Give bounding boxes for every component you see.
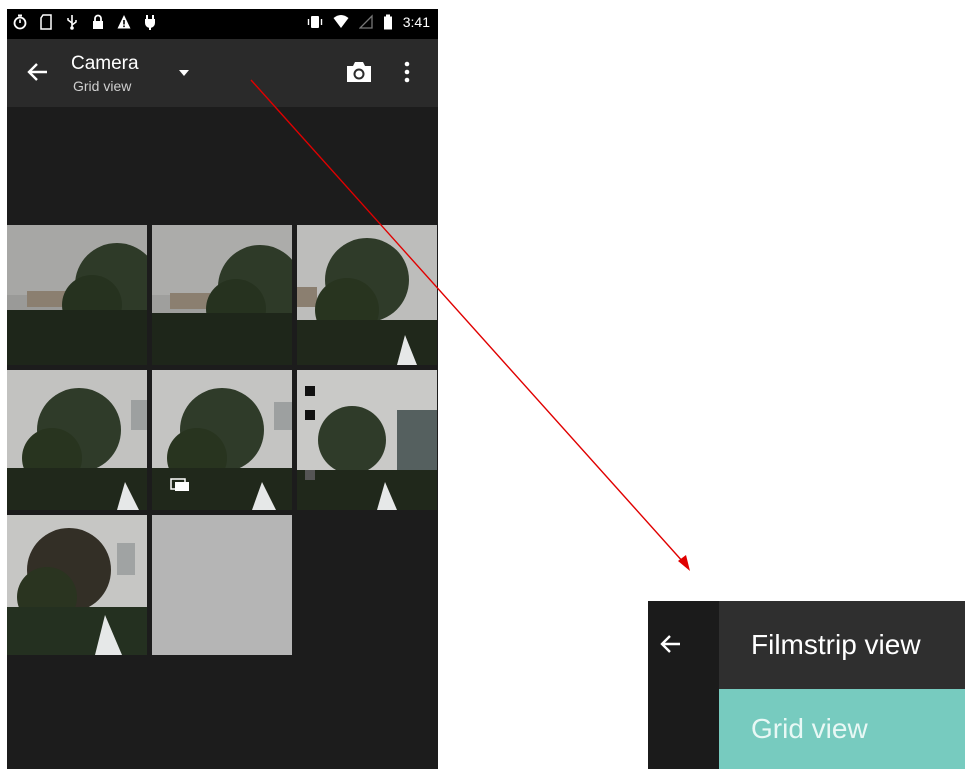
- dropdown-arrow-icon[interactable]: [177, 68, 191, 78]
- more-vert-icon[interactable]: [402, 59, 412, 85]
- view-mode-menu: Filmstrip view Grid view: [719, 601, 965, 769]
- phone-screen: 3:41 Camera Grid view: [7, 9, 438, 769]
- warning-icon: [117, 15, 131, 29]
- menu-item-filmstrip-view[interactable]: Filmstrip view: [719, 601, 965, 689]
- usb-icon: [67, 15, 77, 30]
- photo-8-placeholder[interactable]: [152, 515, 292, 655]
- vibrate-icon: [307, 16, 322, 28]
- photo-1[interactable]: [7, 225, 147, 365]
- battery-icon: [383, 14, 392, 30]
- photo-5-burst[interactable]: [152, 370, 292, 510]
- stopwatch-icon: [13, 14, 27, 30]
- sim-icon: [40, 14, 52, 30]
- plug-icon: [145, 15, 155, 30]
- app-toolbar: Camera Grid view: [7, 39, 438, 107]
- photo-2[interactable]: [152, 225, 292, 365]
- photo-7[interactable]: [7, 515, 147, 655]
- lock-icon: [93, 14, 103, 29]
- toolbar-title[interactable]: Camera: [71, 53, 139, 75]
- menu-item-grid-view[interactable]: Grid view: [719, 689, 965, 769]
- wifi-icon: [333, 15, 349, 28]
- zoomed-dropdown-preview: Filmstrip view Grid view: [648, 601, 965, 769]
- camera-icon[interactable]: [345, 59, 373, 85]
- burst-icon: [170, 478, 189, 491]
- photo-3[interactable]: [297, 225, 437, 365]
- toolbar-subtitle[interactable]: Grid view: [73, 78, 131, 94]
- status-bar: 3:41: [7, 9, 438, 39]
- no-signal-icon: [358, 14, 373, 29]
- back-arrow-icon: [660, 635, 680, 653]
- back-arrow-icon[interactable]: [25, 59, 51, 85]
- status-time: 3:41: [402, 14, 430, 30]
- photo-6[interactable]: [297, 370, 437, 510]
- photo-4[interactable]: [7, 370, 147, 510]
